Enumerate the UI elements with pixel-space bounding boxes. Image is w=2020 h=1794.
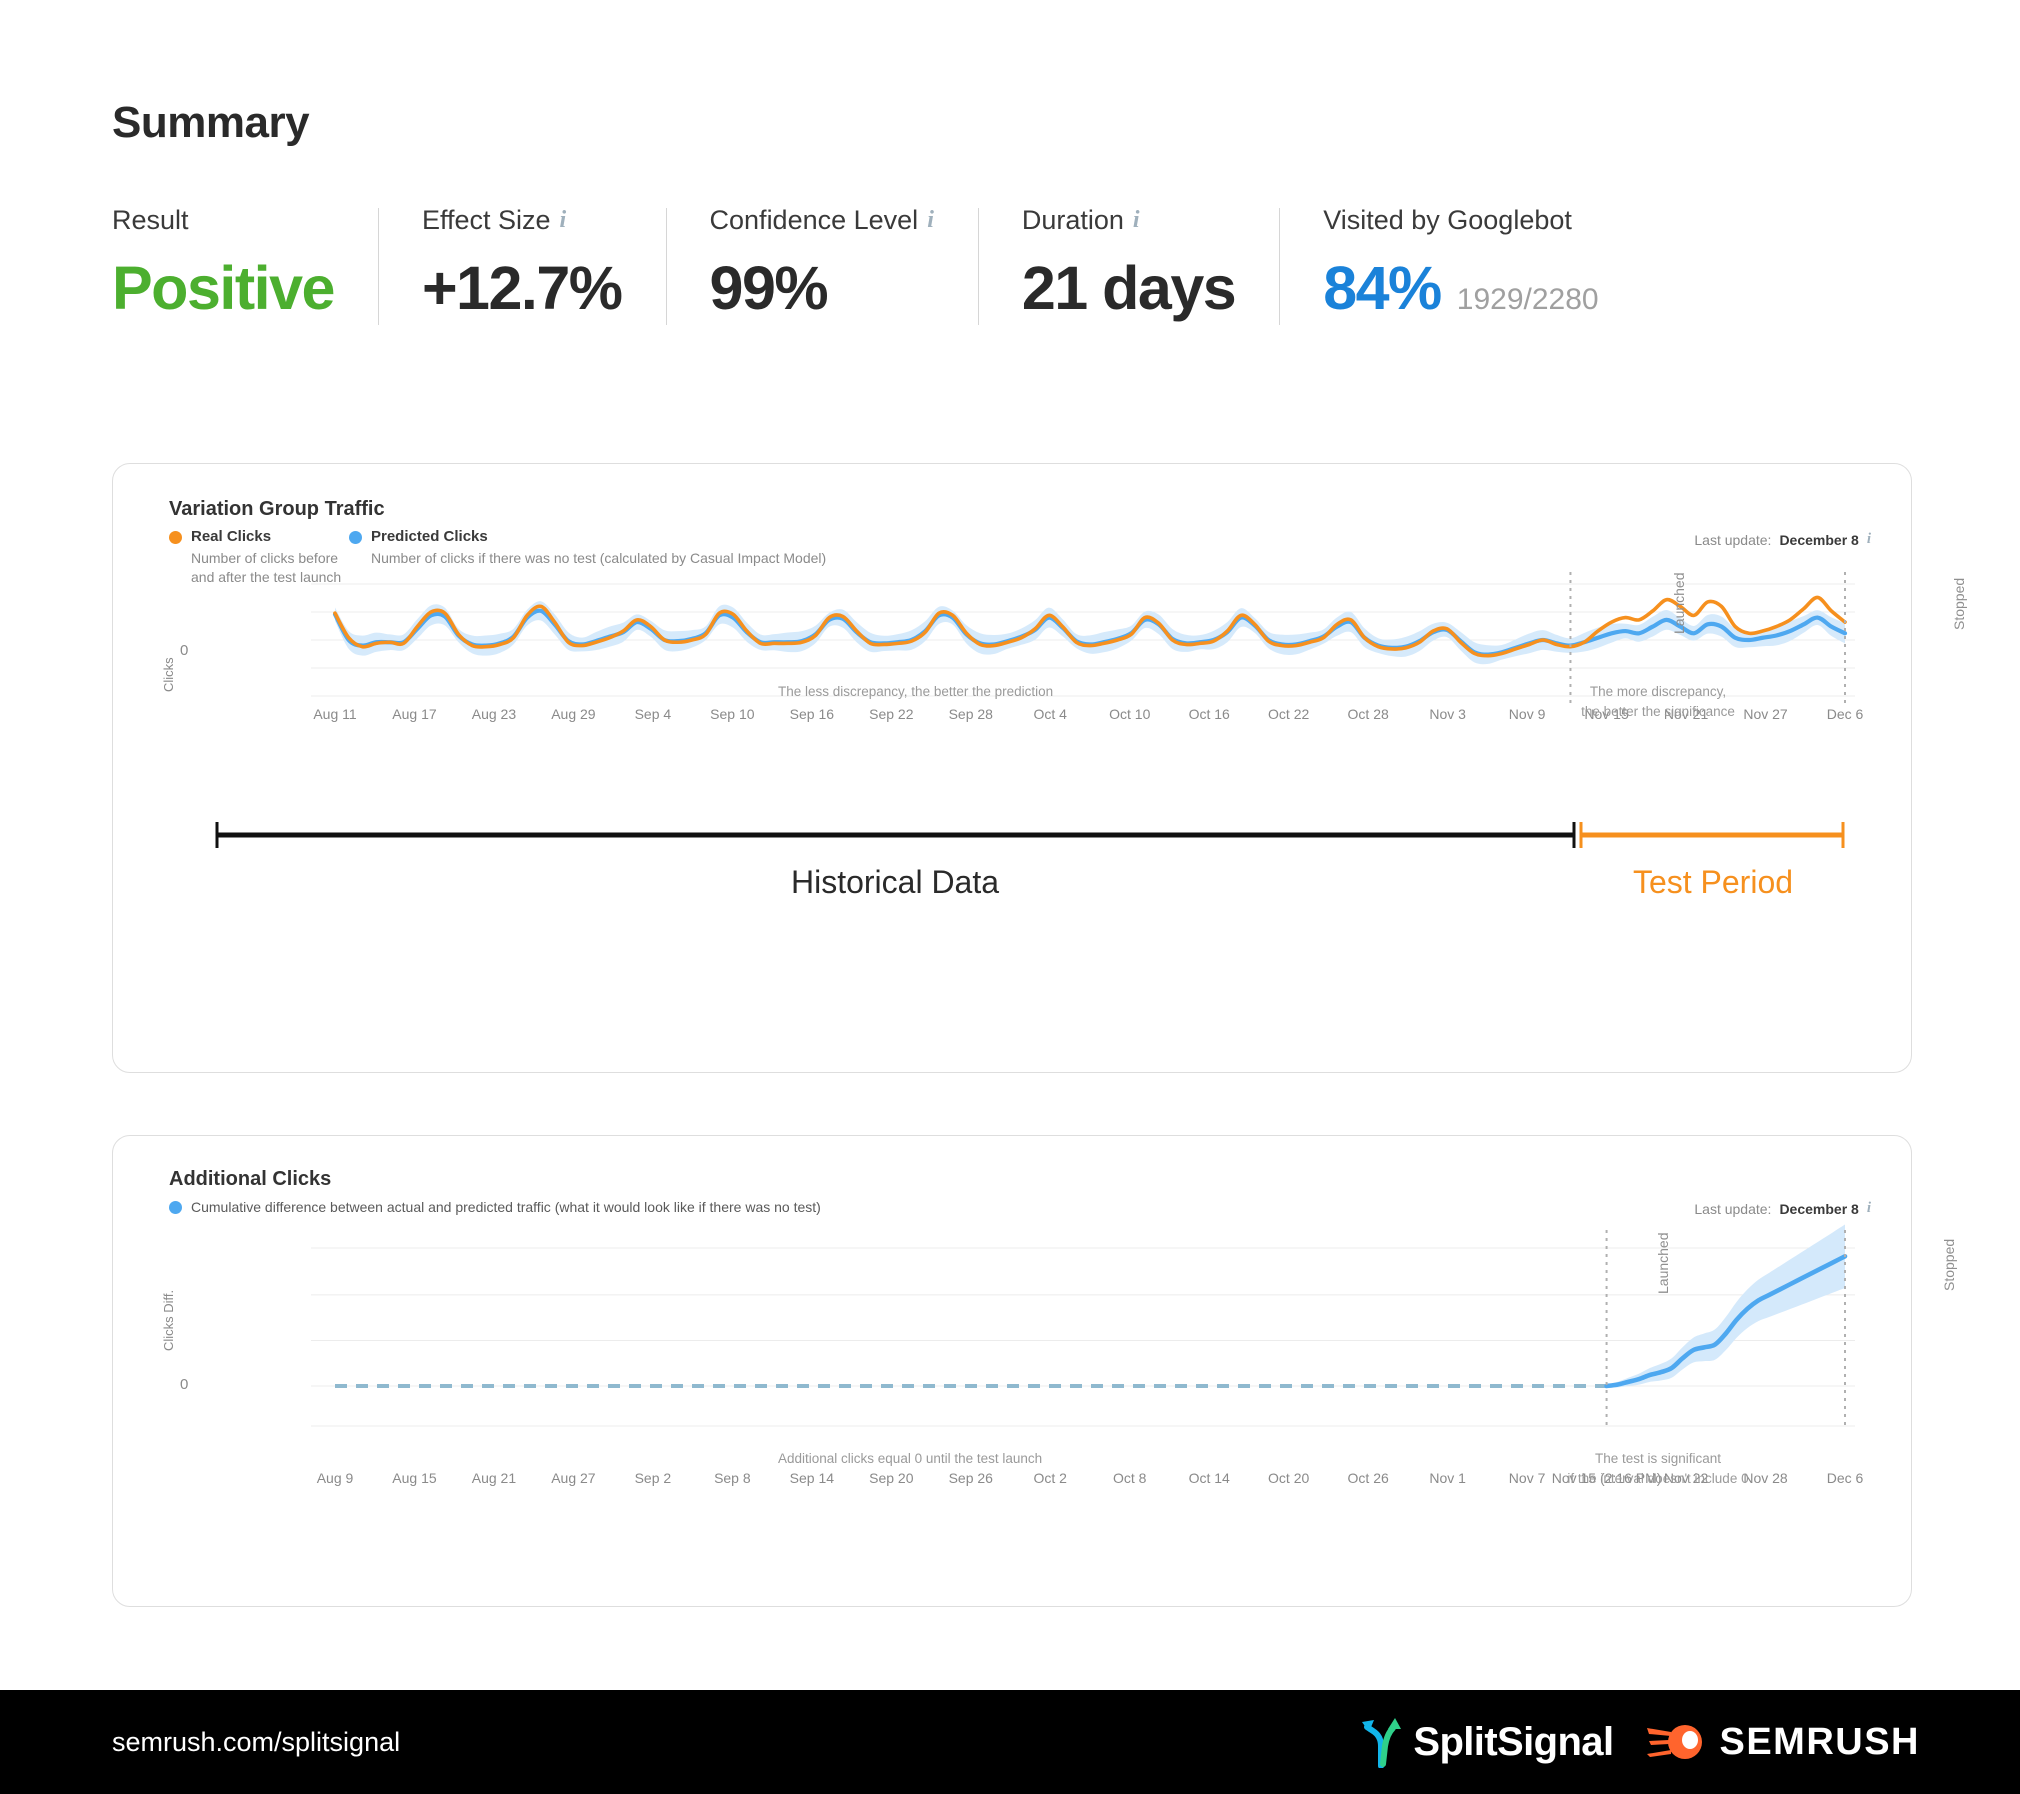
stat-duration-label-text: Duration [1021,205,1124,235]
additional-xtick: Oct 26 [1347,1470,1389,1486]
stat-result-value: Positive [112,254,335,322]
additional-xtick: Oct 20 [1268,1470,1310,1486]
traffic-xtick: Sep 10 [710,706,755,722]
traffic-note-left: The less discrepancy, the better the pre… [778,684,1054,699]
stat-effect-size-label: Effect Size i [422,205,622,236]
additional-chart-plot [311,1224,1855,1428]
traffic-xtick: Oct 28 [1347,706,1389,722]
traffic-launched-marker-label: Launched [1671,572,1687,634]
traffic-xtick: Dec 6 [1826,706,1864,722]
page-title: Summary [112,98,310,147]
additional-xtick: Dec 6 [1826,1470,1864,1486]
additional-xtick: Nov 1 [1429,1470,1466,1486]
additional-xtick: Sep 14 [789,1470,835,1486]
info-icon[interactable]: i [560,207,567,234]
stat-effect-size-value: +12.7% [421,254,623,322]
stat-confidence-level-value: 99% [709,254,829,322]
stat-googlebot-value: 84% 1929/2280 [1323,253,1598,323]
traffic-xtick: Oct 22 [1268,706,1310,722]
traffic-xtick: Sep 22 [869,706,914,722]
variation-group-traffic-card: Variation Group Traffic Real Clicks Numb… [112,463,1967,1073]
additional-xtick: Sep 8 [714,1470,751,1486]
stat-result-label: Result [112,205,334,236]
additional-stopped-marker-label: Stopped [1941,1238,1957,1291]
semrush-comet-icon [1647,1725,1703,1759]
traffic-xtick: Sep 4 [634,706,672,722]
info-icon[interactable]: i [1133,207,1140,234]
additional-xtick: Aug 9 [316,1470,354,1486]
additional-clicks-card: Additional Clicks Cumulative difference … [112,1135,1957,1607]
semrush-logo: SEMRUSH [1647,1720,1920,1764]
stat-duration-label: Duration i [1022,205,1235,236]
additional-xtick: Aug 15 [392,1470,437,1486]
traffic-xtick: Aug 23 [471,706,517,722]
stat-effect-size: Effect Size i +12.7% [377,205,666,335]
splitsignal-logo-text: SplitSignal [1413,1719,1614,1764]
stat-googlebot-percent: 84% [1323,254,1442,322]
summary-report-page: Summary Result Positive Effect Size i +1… [0,0,2020,1794]
additional-xtick: Aug 21 [471,1470,517,1486]
stat-confidence-level-label-text: Confidence Level [709,205,919,235]
stat-visited-by-googlebot: Visited by Googlebot 84% 1929/2280 [1279,205,1642,335]
additional-xtick: Oct 2 [1033,1470,1067,1486]
traffic-xtick: Aug 29 [551,706,596,722]
traffic-xtick: Aug 17 [392,706,437,722]
stat-confidence-level: Confidence Level i 99% [665,205,978,335]
splitsignal-logo: SplitSignal [1359,1716,1614,1768]
stat-googlebot-label-text: Visited by Googlebot [1323,205,1572,235]
summary-stats: Result Positive Effect Size i +12.7% Con… [112,205,1643,335]
additional-xtick: Aug 27 [551,1470,596,1486]
stat-googlebot-ratio: 1929/2280 [1456,283,1599,316]
stat-duration-value: 21 days [1021,254,1237,322]
stat-duration: Duration i 21 days [977,205,1279,335]
splitsignal-arrows-icon [1362,1718,1402,1768]
stat-effect-size-label-text: Effect Size [421,205,551,235]
footer-bar: semrush.com/splitsignal SplitSignal SEMR… [0,1690,2020,1794]
footer-logos: SplitSignal SEMRUSH [1359,1716,1920,1768]
traffic-xtick: Oct 16 [1188,706,1230,722]
period-bar [215,822,1845,848]
additional-xtick: Sep 2 [634,1470,672,1486]
stat-result-label-text: Result [112,205,189,235]
traffic-xtick: Oct 10 [1109,706,1151,722]
traffic-xtick: Aug 11 [313,706,357,722]
traffic-note-right: The more discrepancy, the better the sig… [1581,684,1735,719]
stat-result: Result Positive [112,205,378,335]
traffic-chart-plot [311,572,1855,704]
additional-note-right: The test is significant if the interval … [1567,1451,1749,1486]
period-label-test: Test Period [1632,864,1794,900]
traffic-stopped-marker-label: Stopped [1951,577,1967,630]
footer-url[interactable]: semrush.com/splitsignal [112,1727,400,1758]
info-icon[interactable]: i [927,207,934,234]
stat-confidence-level-label: Confidence Level i [710,205,934,236]
additional-xtick: Oct 14 [1188,1470,1230,1486]
stat-googlebot-label: Visited by Googlebot [1323,205,1598,236]
period-label-historical: Historical Data [790,864,1000,900]
additional-note-left: Additional clicks equal 0 until the test… [778,1451,1043,1466]
additional-xtick: Sep 20 [869,1470,914,1486]
traffic-xtick: Sep 28 [948,706,993,722]
additional-launched-marker-label: Launched [1655,1232,1671,1294]
additional-xtick: Oct 8 [1113,1470,1147,1486]
traffic-xtick: Nov 3 [1429,706,1466,722]
semrush-logo-text: SEMRUSH [1719,1720,1920,1763]
traffic-xtick: Sep 16 [789,706,835,722]
traffic-xtick: Oct 4 [1033,706,1067,722]
additional-xtick: Sep 26 [948,1470,993,1486]
